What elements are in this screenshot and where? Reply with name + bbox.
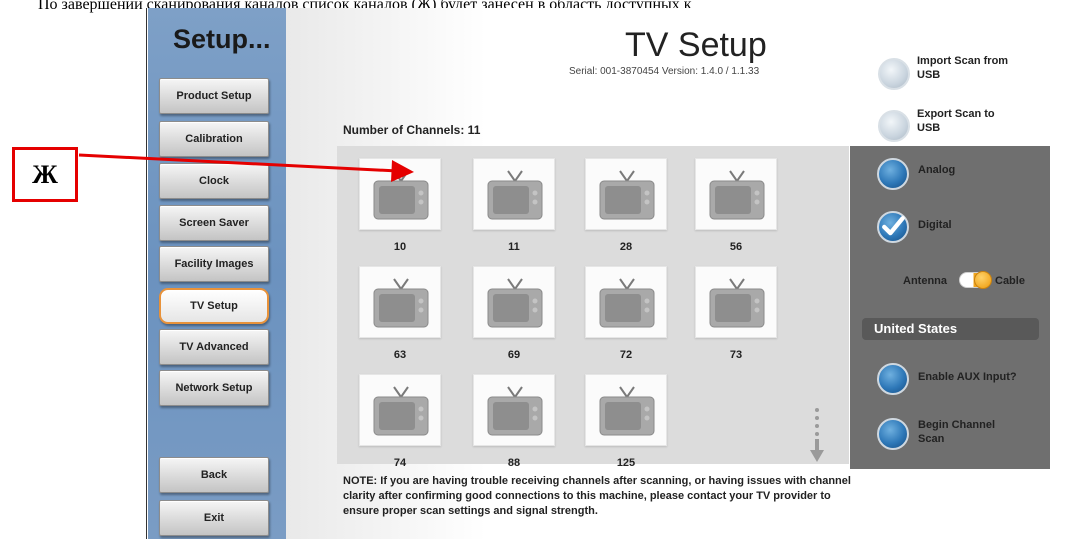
tv-icon <box>486 277 544 329</box>
scan-note: NOTE: If you are having trouble receivin… <box>343 475 851 517</box>
aux-input-label: Enable AUX Input? <box>918 371 1017 383</box>
channel-tile[interactable]: 74 <box>359 374 441 480</box>
tv-icon <box>598 385 656 437</box>
channel-tile[interactable]: 56 <box>695 158 777 264</box>
sidebar-item-screen-saver[interactable]: Screen Saver <box>159 205 269 241</box>
sidebar-item-calibration[interactable]: Calibration <box>159 121 269 157</box>
tv-icon <box>486 385 544 437</box>
channel-tile[interactable]: 88 <box>473 374 555 480</box>
page-title: TV Setup <box>625 26 767 64</box>
channel-count: Number of Channels: 11 <box>343 123 481 137</box>
channel-number: 69 <box>507 349 521 361</box>
sidebar-item-facility-images[interactable]: Facility Images <box>159 246 269 282</box>
region-selector[interactable]: United States <box>862 318 1039 340</box>
import-scan-button[interactable] <box>878 58 910 90</box>
channel-thumb <box>359 374 441 446</box>
channel-number: 28 <box>619 241 633 253</box>
channel-number: 56 <box>729 241 743 253</box>
digital-label: Digital <box>918 219 952 231</box>
channel-thumb <box>473 158 555 230</box>
channel-thumb <box>695 158 777 230</box>
tv-icon <box>486 169 544 221</box>
back-button[interactable]: Back <box>159 457 269 493</box>
channel-number: 72 <box>619 349 633 361</box>
exit-button[interactable]: Exit <box>159 500 269 536</box>
import-scan-label: Import Scan from USB <box>917 55 1009 81</box>
channel-tile[interactable]: 72 <box>585 266 667 372</box>
tv-icon <box>372 277 430 329</box>
channel-tile[interactable]: 73 <box>695 266 777 372</box>
begin-scan-label: Begin Channel Scan <box>918 419 996 445</box>
channel-thumb <box>473 266 555 338</box>
antenna-cable-switch[interactable] <box>959 271 992 289</box>
channel-thumb <box>585 374 667 446</box>
channel-tile[interactable]: 28 <box>585 158 667 264</box>
digital-toggle[interactable] <box>877 211 909 243</box>
channel-number: 73 <box>729 349 743 361</box>
export-scan-label: Export Scan to USB <box>917 108 995 134</box>
serial-version: Serial: 001-3870454 Version: 1.4.0 / 1.1… <box>569 66 760 77</box>
channel-thumb <box>359 158 441 230</box>
channel-thumb <box>585 158 667 230</box>
sidebar-item-network-setup[interactable]: Network Setup <box>159 370 269 406</box>
tv-icon <box>598 277 656 329</box>
switch-knob <box>974 271 992 289</box>
aux-input-button[interactable] <box>877 363 909 395</box>
channel-number: 11 <box>508 241 520 253</box>
sidebar-item-clock[interactable]: Clock <box>159 163 269 199</box>
channel-grid: 10 11 28 56 63 69 72 73 74 88 125 <box>337 146 849 469</box>
tv-icon <box>708 277 766 329</box>
channel-number: 74 <box>393 457 407 469</box>
checkmark-icon <box>882 216 905 236</box>
channel-thumb <box>695 266 777 338</box>
sidebar-title: Setup... <box>173 24 271 54</box>
channel-number: 63 <box>393 349 407 361</box>
channel-tile[interactable]: 10 <box>359 158 441 264</box>
channel-thumb <box>473 374 555 446</box>
callout-label: Ж <box>12 147 78 202</box>
channel-number: 88 <box>507 457 521 469</box>
channel-number: 125 <box>616 457 636 469</box>
channel-tile[interactable]: 125 <box>585 374 667 480</box>
begin-channel-scan-button[interactable] <box>877 418 909 450</box>
tv-icon <box>598 169 656 221</box>
channel-number: 10 <box>393 241 407 253</box>
antenna-label: Antenna <box>903 275 947 287</box>
analog-toggle[interactable] <box>877 158 909 190</box>
channel-tile[interactable]: 11 <box>473 158 555 264</box>
tv-icon <box>372 169 430 221</box>
scroll-down-icon[interactable] <box>809 406 825 464</box>
export-scan-button[interactable] <box>878 110 910 142</box>
cable-label: Cable <box>995 275 1025 287</box>
tv-icon <box>708 169 766 221</box>
channel-thumb <box>585 266 667 338</box>
sidebar: Setup... Product Setup Calibration Clock… <box>148 8 286 539</box>
channel-tile[interactable]: 69 <box>473 266 555 372</box>
analog-label: Analog <box>918 164 956 176</box>
channel-thumb <box>359 266 441 338</box>
channel-tile[interactable]: 63 <box>359 266 441 372</box>
sidebar-item-tv-setup[interactable]: TV Setup <box>159 288 269 324</box>
tv-setup-screen: Setup... Product Setup Calibration Clock… <box>146 8 1088 539</box>
tv-icon <box>372 385 430 437</box>
sidebar-item-tv-advanced[interactable]: TV Advanced <box>159 329 269 365</box>
sidebar-item-product-setup[interactable]: Product Setup <box>159 78 269 114</box>
